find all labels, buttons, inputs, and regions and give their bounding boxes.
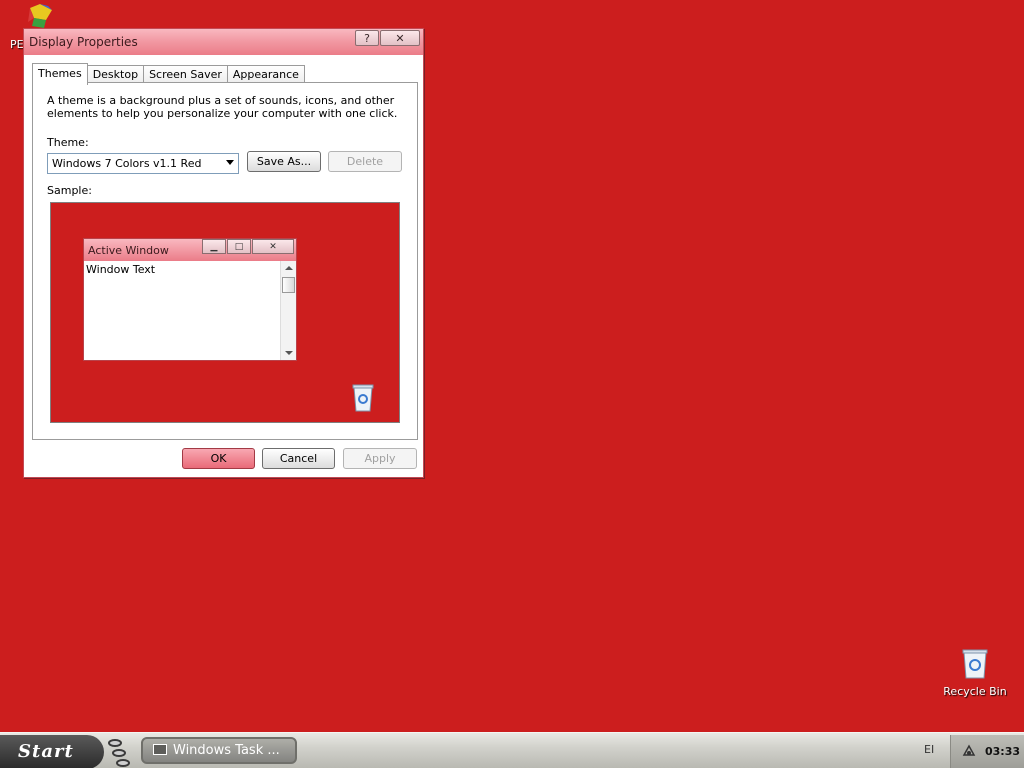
scroll-up-icon	[285, 266, 293, 270]
save-as-button[interactable]: Save As...	[247, 151, 321, 172]
computer-icon	[153, 744, 167, 755]
maximize-icon: □	[227, 239, 251, 254]
dialog-titlebar[interactable]: Display Properties ? ✕	[24, 29, 423, 55]
sample-window-titlebar: Active Window ▁ □ ✕	[84, 239, 296, 261]
tab-themes[interactable]: Themes	[32, 63, 88, 85]
apply-button[interactable]: Apply	[343, 448, 417, 469]
theme-select[interactable]: Windows 7 Colors v1.1 Red	[47, 153, 239, 174]
close-icon: ✕	[252, 239, 294, 254]
minimize-icon: ▁	[202, 239, 226, 254]
cancel-button[interactable]: Cancel	[262, 448, 335, 469]
dialog-title: Display Properties	[29, 35, 138, 49]
theme-description: A theme is a background plus a set of so…	[47, 94, 398, 120]
scroll-down-icon	[285, 351, 293, 355]
sample-scrollbar	[280, 261, 296, 360]
delete-button[interactable]: Delete	[328, 151, 402, 172]
recycle-bin-icon	[352, 384, 374, 412]
recycle-bin-desktop-icon[interactable]: Recycle Bin	[940, 648, 1010, 698]
system-tray: 03:33	[950, 735, 1024, 768]
language-indicator[interactable]: EI	[924, 743, 934, 756]
desktop-app-label: PE	[10, 38, 24, 51]
taskbar: Start Windows Task ... EI 03:33	[0, 732, 1024, 768]
chevron-down-icon	[226, 160, 234, 165]
recycle-bin-icon	[962, 649, 988, 679]
tray-app-icon[interactable]	[961, 743, 977, 759]
display-properties-dialog: Display Properties ? ✕ Themes Desktop Sc…	[23, 28, 424, 478]
recycle-bin-label: Recycle Bin	[943, 685, 1007, 698]
taskbar-button-windows-task[interactable]: Windows Task ...	[141, 737, 297, 764]
theme-label: Theme:	[47, 136, 89, 149]
themes-tab-pane: A theme is a background plus a set of so…	[32, 82, 418, 440]
sample-window-text: Window Text	[86, 263, 156, 276]
sample-window-title: Active Window	[88, 244, 169, 257]
scroll-thumb	[282, 277, 295, 293]
clock[interactable]: 03:33	[985, 745, 1020, 758]
sample-active-window: Active Window ▁ □ ✕ Window Text	[83, 238, 297, 361]
taskbar-button-label: Windows Task ...	[173, 743, 280, 758]
ok-button[interactable]: OK	[182, 448, 255, 469]
help-button[interactable]: ?	[355, 30, 379, 46]
sample-window-body: Window Text	[84, 261, 296, 360]
tab-strip: Themes Desktop Screen Saver Appearance	[32, 63, 305, 85]
theme-sample-preview: Active Window ▁ □ ✕ Window Text	[50, 202, 400, 423]
help-icon: ?	[364, 31, 370, 45]
theme-select-value: Windows 7 Colors v1.1 Red	[52, 157, 202, 170]
sample-label: Sample:	[47, 184, 92, 197]
close-icon: ✕	[395, 31, 405, 45]
start-button[interactable]: Start	[0, 735, 104, 768]
close-button[interactable]: ✕	[380, 30, 420, 46]
